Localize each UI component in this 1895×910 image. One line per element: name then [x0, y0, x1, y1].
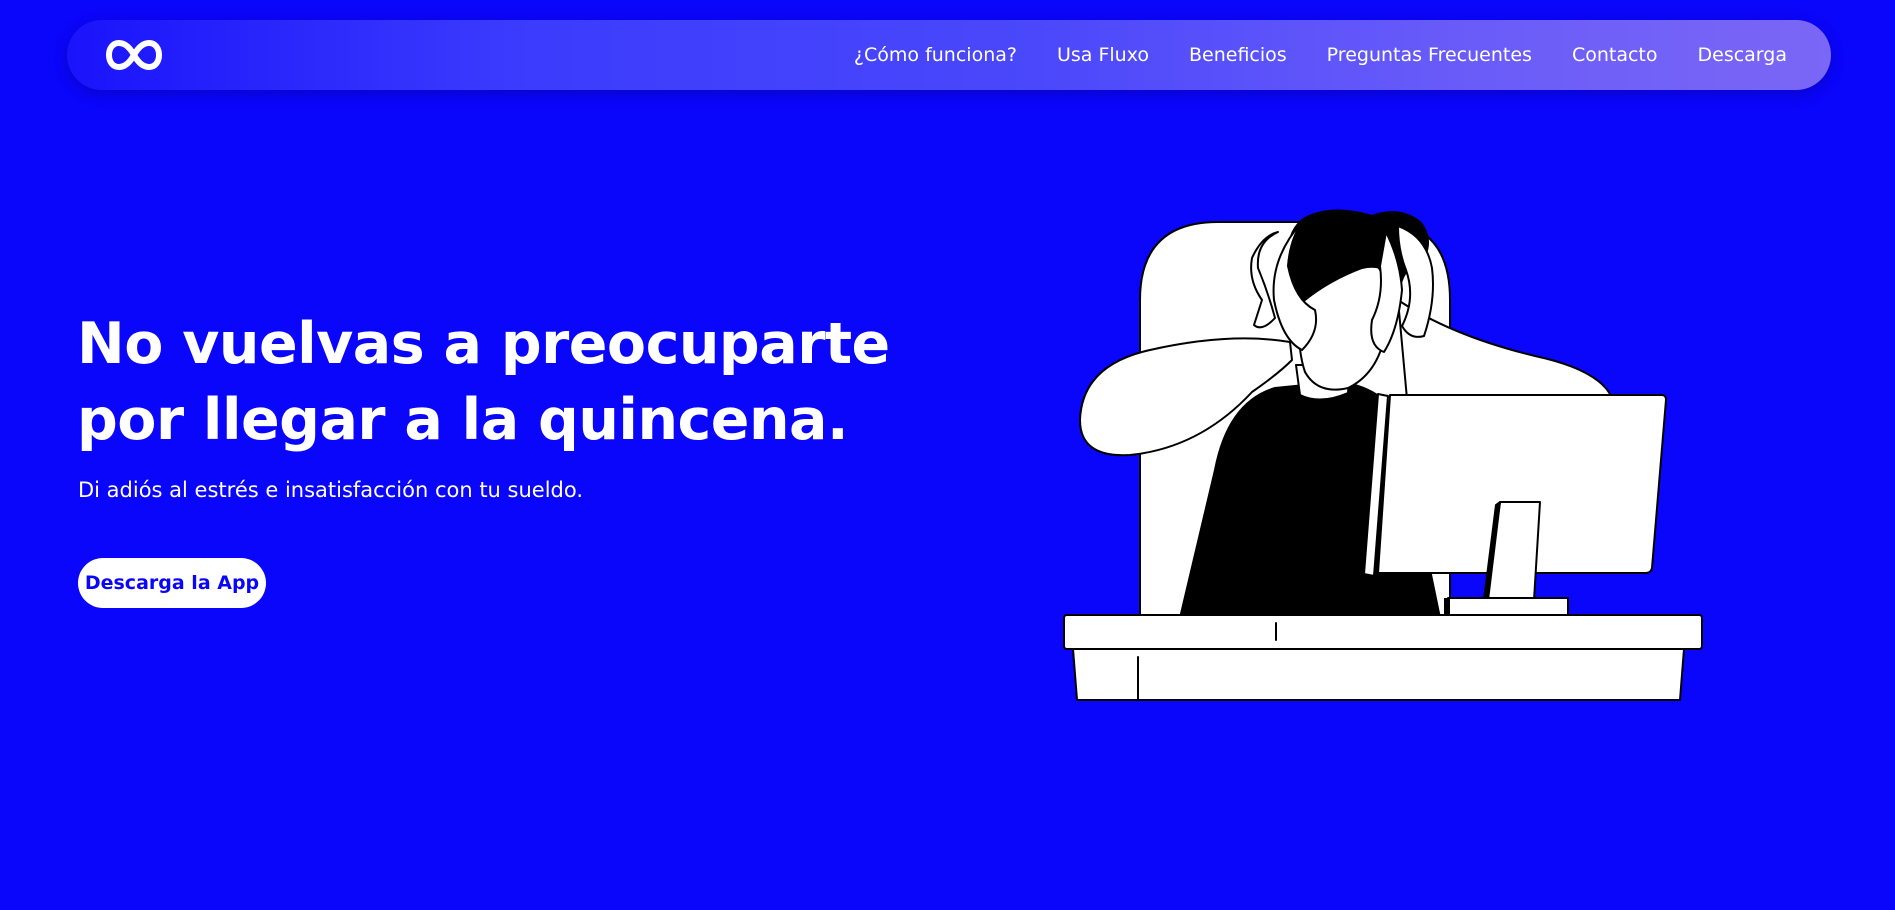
infinity-logo-icon[interactable] — [105, 38, 163, 72]
download-app-button[interactable]: Descarga la App — [78, 558, 266, 608]
nav-links: ¿Cómo funciona? Usa Fluxo Beneficios Pre… — [854, 20, 1787, 90]
nav-link-beneficios[interactable]: Beneficios — [1189, 44, 1287, 66]
nav-link-preguntas-frecuentes[interactable]: Preguntas Frecuentes — [1327, 44, 1532, 66]
landing-page: ¿Cómo funciona? Usa Fluxo Beneficios Pre… — [0, 0, 1895, 910]
hero-title: No vuelvas a preocuparte por llegar a la… — [77, 311, 890, 453]
nav-link-contacto[interactable]: Contacto — [1572, 44, 1658, 66]
hero-subtitle: Di adiós al estrés e insatisfacción con … — [78, 478, 584, 502]
nav-link-como-funciona[interactable]: ¿Cómo funciona? — [854, 44, 1017, 66]
stressed-person-at-computer-illustration — [1060, 200, 1710, 720]
nav-link-usa-fluxo[interactable]: Usa Fluxo — [1057, 44, 1149, 66]
navbar: ¿Cómo funciona? Usa Fluxo Beneficios Pre… — [67, 20, 1831, 90]
nav-link-descarga[interactable]: Descarga — [1698, 44, 1788, 66]
